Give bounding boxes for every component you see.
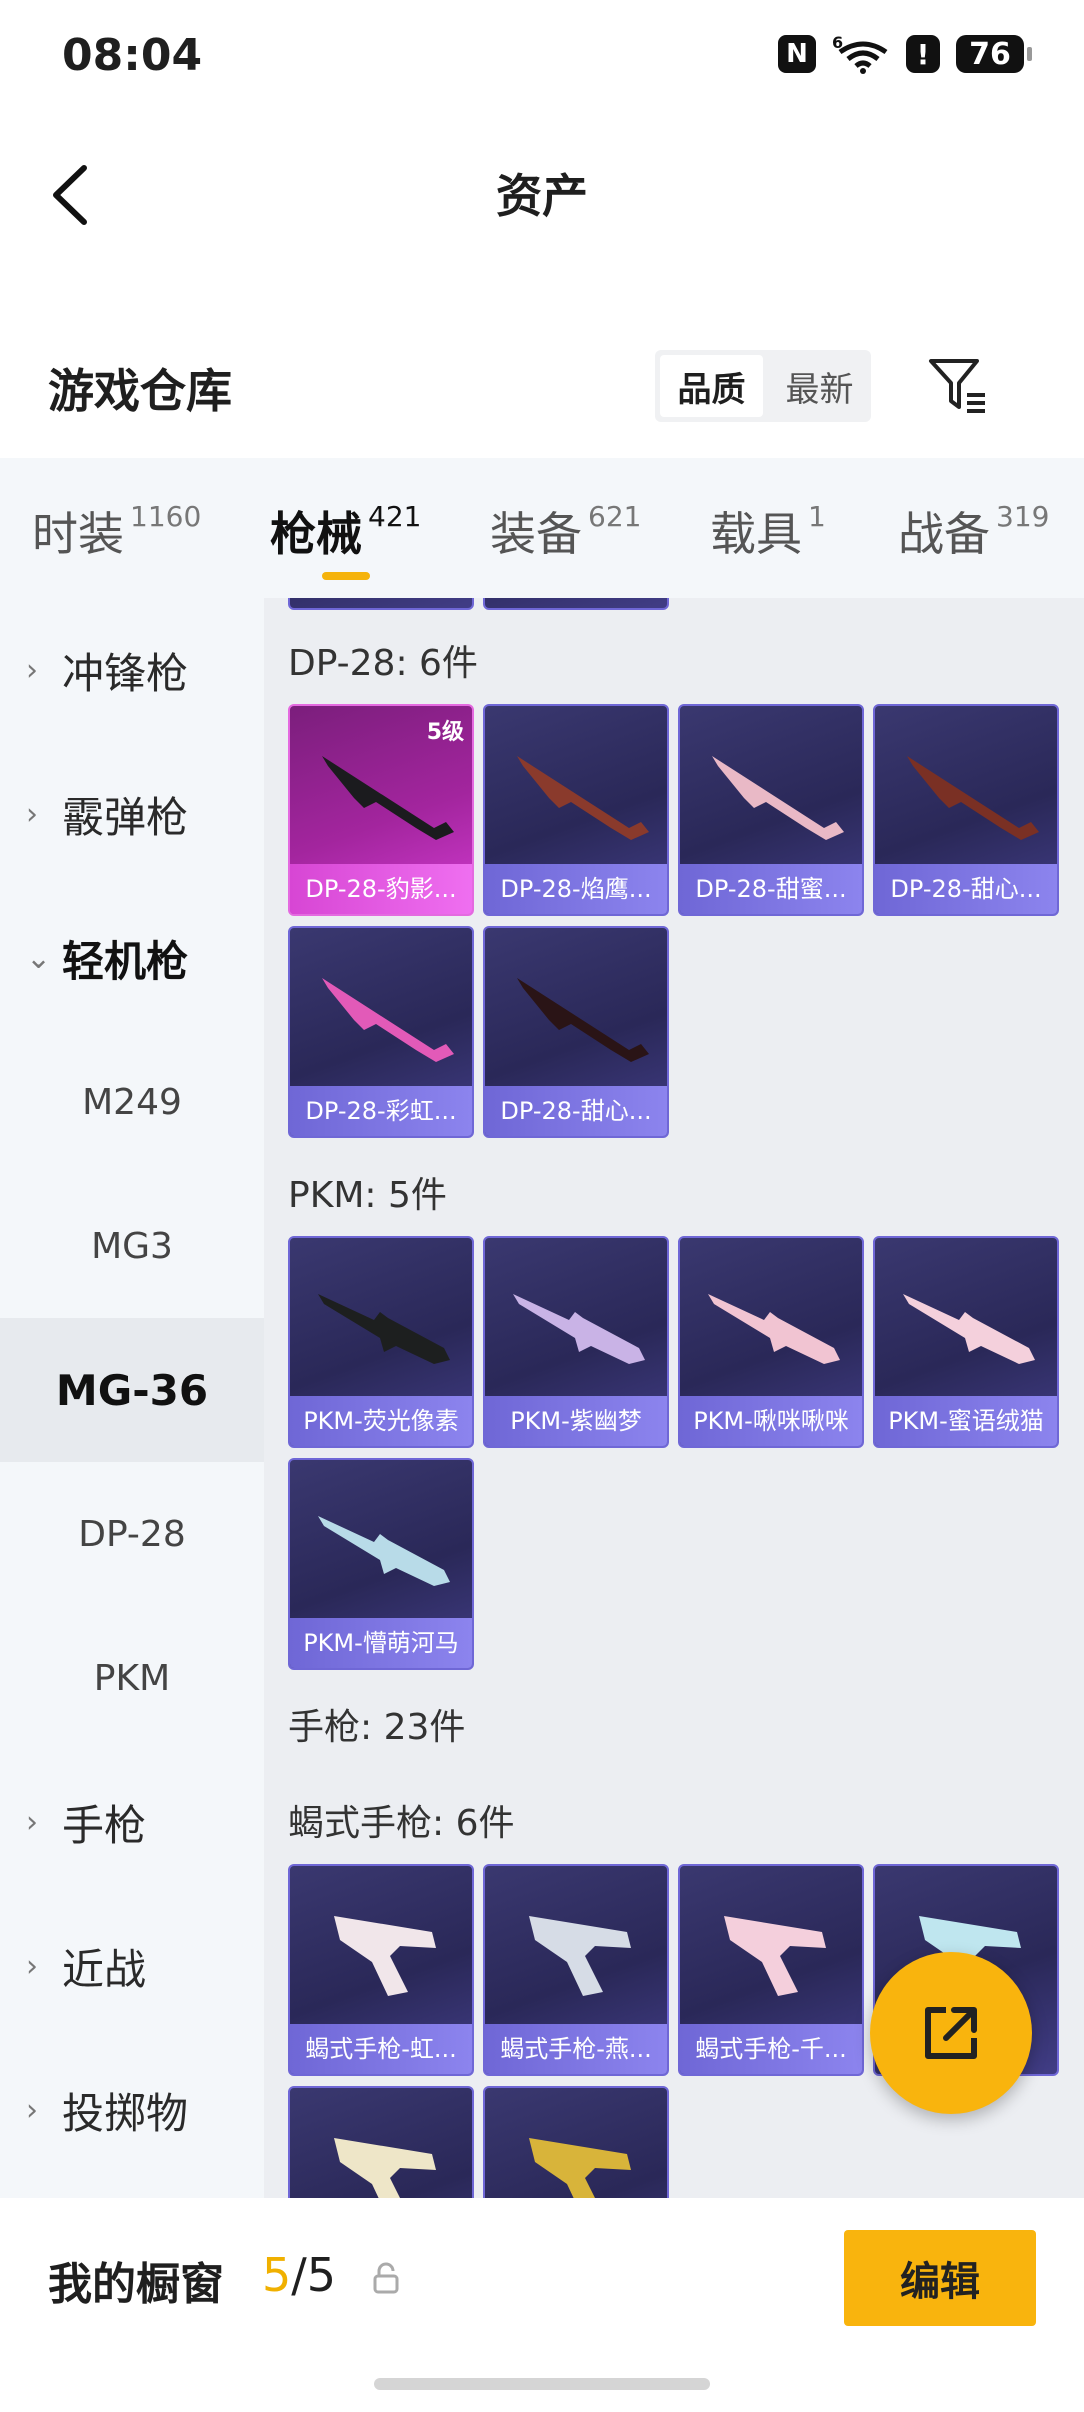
home-indicator[interactable] — [374, 2378, 710, 2390]
item-card[interactable]: 5级 DP-28-豹影... — [288, 704, 474, 916]
item-name: 蝎式手枪-燕... — [485, 2024, 667, 2074]
filter-button[interactable] — [922, 350, 994, 422]
tab-supplies[interactable]: 战备 319 — [898, 498, 1049, 564]
sort-latest-button[interactable]: 最新 — [768, 350, 871, 422]
rifle-icon — [322, 756, 454, 840]
item-name: DP-28-豹影... — [290, 864, 472, 914]
tab-indicator — [322, 572, 370, 580]
showcase-count: 5/5 — [262, 2248, 337, 2302]
tab-equipment[interactable]: 装备 621 — [490, 498, 641, 564]
pistol-icon — [529, 1916, 631, 1996]
showcase-title: 我的橱窗 — [48, 2259, 224, 2310]
item-name: DP-28-甜蜜... — [680, 864, 862, 914]
item-name: PKM-懵萌河马 — [290, 1618, 472, 1668]
item-card[interactable] — [288, 598, 474, 610]
status-icons: N 6 ! 76 — [778, 34, 1032, 74]
machine-gun-icon — [318, 1294, 450, 1364]
item-name: PKM-蜜语绒猫 — [875, 1396, 1057, 1446]
filter-icon — [929, 359, 985, 413]
pistol-icon — [334, 2138, 436, 2198]
item-card[interactable]: DP-28-焰鹰... — [483, 704, 669, 916]
category-tabs: 时装 1160 枪械 421 装备 621 载具 1 战备 319 — [0, 458, 1084, 608]
chevron-right-icon: › — [26, 2092, 38, 2128]
sort-toggle: 品质 最新 — [655, 350, 871, 422]
item-name: PKM-啾咪啾咪 — [680, 1396, 862, 1446]
machine-gun-icon — [708, 1294, 840, 1364]
rifle-icon — [517, 978, 649, 1062]
sort-quality-button[interactable]: 品质 — [660, 355, 763, 417]
sidebar-item-smg[interactable]: › 冲锋枪 — [0, 598, 264, 742]
pistol-icon — [334, 1916, 436, 1996]
sidebar-item-throwable[interactable]: › 投掷物 — [0, 2038, 264, 2182]
machine-gun-icon — [318, 1516, 450, 1586]
chevron-down-icon: ⌄ — [26, 940, 52, 976]
status-bar: 08:04 N 6 ! 76 — [0, 0, 1084, 110]
tab-vehicles[interactable]: 载具 1 — [710, 498, 826, 564]
rifle-icon — [517, 756, 649, 840]
item-card[interactable] — [288, 2086, 474, 2198]
sidebar-item-shotgun[interactable]: › 霰弹枪 — [0, 742, 264, 886]
item-name: DP-28-焰鹰... — [485, 864, 667, 914]
item-card[interactable] — [483, 2086, 669, 2198]
warehouse-title: 游戏仓库 — [48, 364, 232, 418]
item-name: DP-28-彩虹... — [290, 1086, 472, 1136]
tab-guns[interactable]: 枪械 421 — [270, 498, 421, 564]
item-name: 蝎式手枪-虹... — [290, 2024, 472, 2074]
item-card[interactable]: DP-28-甜心... — [483, 926, 669, 1138]
item-name: DP-28-甜心... — [875, 864, 1057, 914]
showcase-bar: 我的橱窗 5/5 编辑 — [0, 2198, 1084, 2412]
item-card[interactable]: PKM-紫幽梦 — [483, 1236, 669, 1448]
sidebar-item-pistol[interactable]: › 手枪 — [0, 1750, 264, 1894]
sidebar-sub-mg3[interactable]: MG3 — [0, 1174, 264, 1318]
item-name: 蝎式手枪-千... — [680, 2024, 862, 2074]
machine-gun-icon — [513, 1294, 645, 1364]
chevron-right-icon: › — [26, 1804, 38, 1840]
item-name: PKM-荧光像素 — [290, 1396, 472, 1446]
sidebar-sub-m249[interactable]: M249 — [0, 1030, 264, 1174]
item-card[interactable]: 蝎式手枪-虹... — [288, 1864, 474, 2076]
status-time: 08:04 — [62, 30, 203, 81]
item-card[interactable]: PKM-啾咪啾咪 — [678, 1236, 864, 1448]
sidebar-sub-mg36[interactable]: MG-36 — [0, 1318, 264, 1462]
item-card[interactable]: PKM-荧光像素 — [288, 1236, 474, 1448]
pistol-icon — [724, 1916, 826, 1996]
item-card[interactable] — [483, 598, 669, 610]
section-title-pistol: 手枪: 23件 — [288, 1707, 466, 1748]
rifle-icon — [322, 978, 454, 1062]
wifi-icon: 6 — [832, 34, 888, 74]
chevron-right-icon: › — [26, 796, 38, 832]
edit-button[interactable]: 编辑 — [844, 2230, 1036, 2326]
item-name: PKM-紫幽梦 — [485, 1396, 667, 1446]
section-title-pkm: PKM: 5件 — [288, 1175, 447, 1216]
item-card[interactable]: DP-28-甜心... — [873, 704, 1059, 916]
battery-icon: 76 — [956, 35, 1032, 73]
sidebar-item-melee[interactable]: › 近战 — [0, 1894, 264, 2038]
tab-fashion[interactable]: 时装 1160 — [32, 498, 201, 564]
item-card[interactable]: DP-28-甜蜜... — [678, 704, 864, 916]
alert-icon: ! — [906, 35, 940, 73]
rifle-icon — [712, 756, 844, 840]
section-title-dp28: DP-28: 6件 — [288, 643, 478, 684]
sidebar-sub-pkm[interactable]: PKM — [0, 1606, 264, 1750]
machine-gun-icon — [903, 1294, 1035, 1364]
item-card[interactable]: PKM-懵萌河马 — [288, 1458, 474, 1670]
nfc-icon: N — [778, 35, 816, 73]
chevron-right-icon: › — [26, 1948, 38, 1984]
lock-icon — [373, 2262, 399, 2294]
item-card[interactable]: 蝎式手枪-千... — [678, 1864, 864, 2076]
section-title-scorpion: 蝎式手枪: 6件 — [288, 1803, 515, 1844]
sidebar-item-lmg[interactable]: ⌄ 轻机枪 — [0, 886, 264, 1030]
rifle-icon — [907, 756, 1039, 840]
sidebar: › 冲锋枪 › 霰弹枪 ⌄ 轻机枪 M249 MG3 MG-36 DP-28 PKM … — [0, 598, 264, 2198]
share-fab-button[interactable] — [870, 1952, 1032, 2114]
chevron-right-icon: › — [26, 652, 38, 688]
item-card[interactable]: DP-28-彩虹... — [288, 926, 474, 1138]
pistol-icon — [529, 2138, 631, 2198]
item-card[interactable]: 蝎式手枪-燕... — [483, 1864, 669, 2076]
item-card[interactable]: PKM-蜜语绒猫 — [873, 1236, 1059, 1448]
item-name: DP-28-甜心... — [485, 1086, 667, 1136]
share-external-icon — [925, 2007, 977, 2059]
page-title: 资产 — [496, 169, 588, 223]
sidebar-sub-dp28[interactable]: DP-28 — [0, 1462, 264, 1606]
